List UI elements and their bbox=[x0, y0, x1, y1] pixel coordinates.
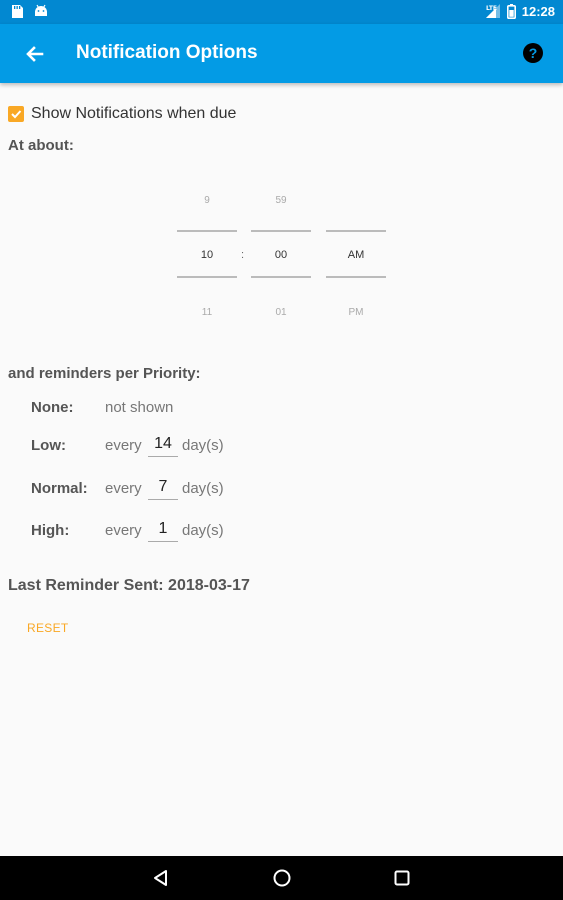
reminders-label: and reminders per Priority: bbox=[8, 365, 201, 382]
android-icon bbox=[35, 4, 47, 16]
minute-above[interactable]: 59 bbox=[251, 195, 311, 206]
svg-text:LTE: LTE bbox=[486, 5, 497, 12]
ampm-divider-top bbox=[326, 230, 386, 232]
ampm-divider-bottom bbox=[326, 276, 386, 278]
minute-divider-top bbox=[251, 230, 311, 232]
back-triangle-icon[interactable] bbox=[151, 868, 171, 888]
arrow-back-icon[interactable] bbox=[22, 41, 48, 67]
show-notifications-label: Show Notifications when due bbox=[31, 105, 237, 122]
priority-value-text: not shown bbox=[105, 399, 174, 416]
ampm-below[interactable]: PM bbox=[326, 307, 386, 318]
priority-label: Normal: bbox=[31, 480, 88, 497]
page-title: Notification Options bbox=[76, 42, 258, 63]
signal-icon: LTE bbox=[485, 4, 500, 18]
status-right-group: LTE 12:28 bbox=[485, 3, 555, 19]
hour-below[interactable]: 11 bbox=[177, 307, 237, 318]
sd-card-icon bbox=[12, 5, 23, 18]
priority-label: None: bbox=[31, 399, 74, 416]
minute-divider-bottom bbox=[251, 276, 311, 278]
hour-divider-top bbox=[177, 230, 237, 232]
show-notifications-checkbox[interactable] bbox=[8, 106, 24, 122]
show-notifications-toggle[interactable]: Show Notifications when due bbox=[8, 105, 236, 123]
hour-above[interactable]: 9 bbox=[177, 195, 237, 206]
minute-selected[interactable]: 00 bbox=[251, 249, 311, 261]
every-label: every bbox=[105, 522, 142, 539]
last-reminder-sent: Last Reminder Sent: 2018-03-17 bbox=[8, 577, 250, 595]
system-nav-bar bbox=[0, 856, 563, 900]
low-days-input[interactable]: 14 bbox=[148, 435, 178, 457]
days-unit-label: day(s) bbox=[182, 480, 224, 497]
ampm-selected[interactable]: AM bbox=[326, 249, 386, 261]
app-bar: Notification Options ? bbox=[0, 24, 563, 83]
minute-below[interactable]: 01 bbox=[251, 307, 311, 318]
status-left-icons bbox=[10, 4, 48, 19]
reset-button[interactable]: RESET bbox=[27, 621, 69, 635]
status-time: 12:28 bbox=[521, 3, 555, 19]
svg-text:?: ? bbox=[529, 45, 538, 61]
checkmark-icon bbox=[11, 110, 22, 119]
at-about-label: At about: bbox=[8, 137, 74, 154]
hour-selected[interactable]: 10 bbox=[177, 249, 237, 261]
every-label: every bbox=[105, 437, 142, 454]
status-bar: LTE 12:28 bbox=[0, 0, 563, 24]
last-reminder-date: 2018-03-17 bbox=[168, 577, 250, 594]
days-unit-label: day(s) bbox=[182, 437, 224, 454]
battery-icon bbox=[506, 3, 516, 19]
priority-label: Low: bbox=[31, 437, 66, 454]
home-circle-icon[interactable] bbox=[272, 868, 292, 888]
normal-days-input[interactable]: 7 bbox=[148, 478, 178, 500]
priority-label: High: bbox=[31, 522, 70, 539]
last-reminder-label: Last Reminder Sent: bbox=[8, 577, 164, 594]
every-label: every bbox=[105, 480, 142, 497]
time-separator: : bbox=[241, 249, 245, 261]
high-days-input[interactable]: 1 bbox=[148, 520, 178, 542]
recents-square-icon[interactable] bbox=[392, 868, 412, 888]
days-unit-label: day(s) bbox=[182, 522, 224, 539]
hour-divider-bottom bbox=[177, 276, 237, 278]
help-circle-icon[interactable]: ? bbox=[522, 42, 544, 64]
